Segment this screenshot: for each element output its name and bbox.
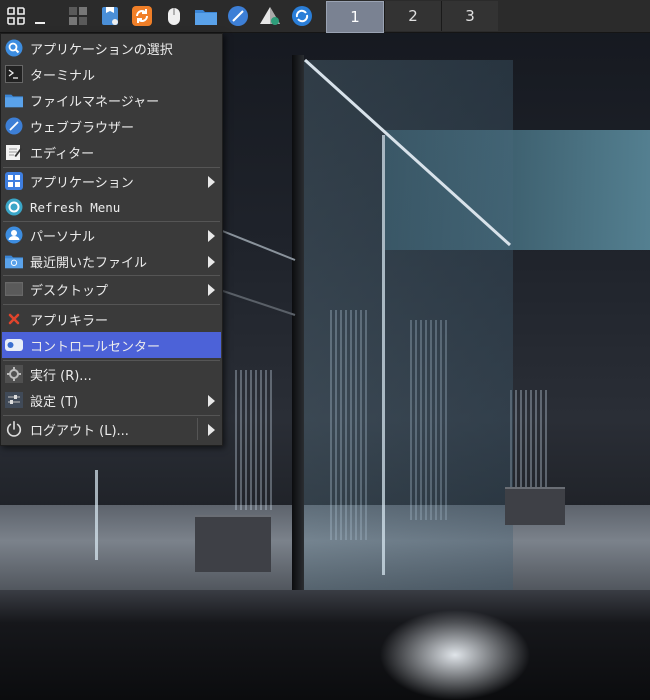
menu-item-label: エディター — [30, 146, 95, 162]
submenu-arrow-icon — [208, 424, 215, 436]
workspace-1[interactable]: 1 — [326, 1, 384, 33]
menu-item-file-manager[interactable]: ファイルマネージャー — [2, 87, 221, 113]
top-panel: 1 2 3 — [0, 0, 650, 33]
menu-item-desktop[interactable]: デスクトップ — [2, 276, 221, 302]
menu-item-recent-files[interactable]: 最近開いたファイル — [2, 248, 221, 274]
kill-icon — [5, 310, 23, 328]
menu-item-app-finder[interactable]: アプリケーションの選択 — [2, 35, 221, 61]
menu-item-control-center[interactable]: コントロールセンター — [2, 332, 221, 358]
workspace-switcher: 1 2 3 — [326, 0, 498, 33]
editor-icon — [5, 143, 23, 161]
mouse-icon[interactable] — [158, 0, 190, 32]
power-icon — [5, 420, 23, 438]
drive-icon[interactable] — [254, 0, 286, 32]
menu-item-refresh-menu[interactable]: Refresh Menu — [2, 194, 221, 220]
menu-item-terminal[interactable]: ターミナル — [2, 61, 221, 87]
menu-item-app-killer[interactable]: アプリキラー — [2, 306, 221, 332]
toggle-icon — [5, 336, 23, 354]
menu-item-label: ウェブブラウザー — [30, 120, 135, 136]
menu-item-logout[interactable]: ログアウト (L)... — [2, 416, 221, 442]
workspace-3[interactable]: 3 — [441, 1, 498, 31]
menu-item-web-browser[interactable]: ウェブブラウザー — [2, 113, 221, 139]
menu-separator — [197, 418, 198, 440]
search-icon — [5, 39, 23, 57]
menu-item-label: ファイルマネージャー — [30, 94, 160, 110]
menu-item-applications[interactable]: アプリケーション — [2, 168, 221, 194]
submenu-arrow-icon — [208, 176, 215, 188]
menu-item-label: コントロールセンター — [30, 339, 161, 355]
package-icon[interactable] — [94, 0, 126, 32]
refresh-icon — [5, 198, 23, 216]
menu-item-label: ログアウト (L)... — [30, 423, 129, 439]
recent-folder-icon — [5, 252, 23, 270]
folder-icon[interactable] — [190, 0, 222, 32]
menu-item-label: アプリキラー — [30, 313, 109, 329]
show-desktop-icon[interactable] — [32, 0, 48, 32]
menu-item-label: デスクトップ — [30, 283, 109, 299]
menu-item-editor[interactable]: エディター — [2, 139, 221, 165]
submenu-arrow-icon — [208, 256, 215, 268]
menu-item-personal[interactable]: パーソナル — [2, 222, 221, 248]
browser-icon — [5, 117, 23, 135]
menu-item-label: アプリケーション — [30, 175, 134, 191]
menu-separator — [3, 304, 220, 305]
menu-item-label: ターミナル — [30, 68, 96, 84]
menu-item-label: 最近開いたファイル — [30, 255, 148, 271]
submenu-arrow-icon — [208, 284, 215, 296]
user-icon — [5, 226, 23, 244]
folder-icon — [5, 91, 23, 109]
workspace-2[interactable]: 2 — [384, 1, 441, 31]
update-icon[interactable] — [126, 0, 158, 32]
menu-item-run[interactable]: 実行 (R)... — [2, 361, 221, 387]
refresh-icon[interactable] — [286, 0, 318, 32]
menu-item-settings[interactable]: 設定 (T) — [2, 387, 221, 413]
submenu-arrow-icon — [208, 230, 215, 242]
desktop-icon — [5, 280, 23, 298]
menu-item-label: Refresh Menu — [30, 199, 121, 215]
apps-icon — [5, 172, 23, 190]
submenu-arrow-icon — [208, 395, 215, 407]
menu-item-label: アプリケーションの選択 — [30, 42, 173, 58]
menu-item-label: 実行 (R)... — [30, 368, 92, 384]
terminal-icon — [5, 65, 23, 83]
run-icon — [5, 365, 23, 383]
settings-icon — [5, 391, 23, 409]
menu-item-label: 設定 (T) — [30, 394, 79, 410]
workspace-icon[interactable] — [62, 0, 94, 32]
application-menu: アプリケーションの選択 ターミナル ファイルマネージャー ウェブブラウザー エデ… — [0, 33, 223, 446]
browser-icon[interactable] — [222, 0, 254, 32]
app-menu-icon[interactable] — [0, 0, 32, 32]
menu-item-label: パーソナル — [30, 229, 96, 245]
